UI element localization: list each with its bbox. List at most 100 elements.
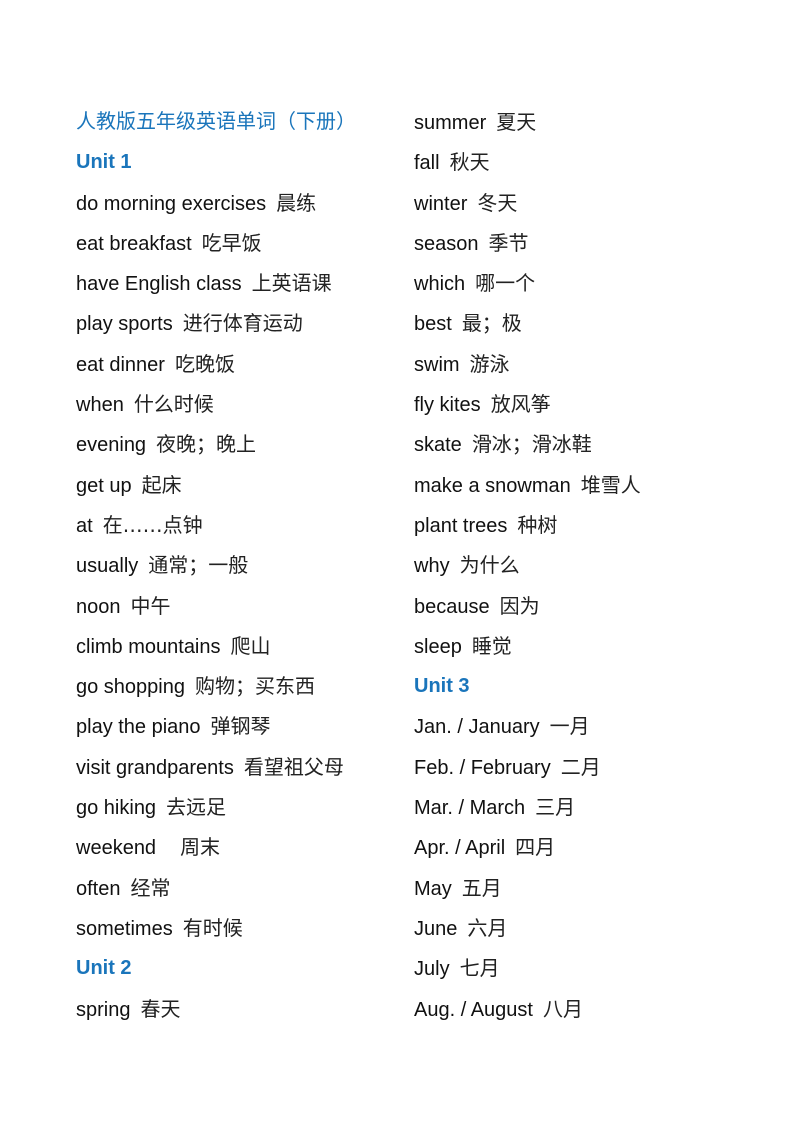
chinese-translation: 上英语课 <box>251 271 332 296</box>
chinese-translation: 三月 <box>535 795 576 820</box>
vocab-entry: spring 春天 <box>76 989 406 1029</box>
vocab-entry: sometimes 有时候 <box>76 908 406 948</box>
document-title: 人教版五年级英语单词（下册） <box>76 111 356 133</box>
chinese-translation: 滑冰；滑冰鞋 <box>471 432 592 457</box>
english-term: Jan. / January <box>414 716 540 739</box>
vocab-entry: summer 夏天 <box>414 102 744 142</box>
chinese-translation: 冬天 <box>477 190 518 215</box>
vocab-entry: fly kites 放风筝 <box>414 384 744 424</box>
english-term: best <box>414 313 452 336</box>
chinese-translation: 七月 <box>459 956 500 981</box>
vocab-entry: plant trees 种树 <box>414 505 744 545</box>
chinese-translation: 起床 <box>141 472 182 497</box>
english-term: spring <box>76 998 131 1021</box>
vocab-entry: fall 秋天 <box>414 142 744 182</box>
left-vocab-list: Unit 1 do morning exercises 晨练 eat breakfas… <box>76 142 406 1029</box>
english-term: Apr. / April <box>414 837 506 860</box>
english-term: skate <box>414 434 462 457</box>
chinese-translation: 种树 <box>517 512 558 537</box>
english-term: June <box>414 917 458 940</box>
english-term: Mar. / March <box>414 797 526 820</box>
english-term: weekend <box>76 837 157 860</box>
english-term: noon <box>76 595 121 618</box>
english-term: swim <box>414 353 460 376</box>
english-term: fall <box>414 152 440 175</box>
vocab-entry: Mar. / March 三月 <box>414 787 744 827</box>
unit-heading: Unit 3 <box>414 675 470 698</box>
chinese-translation: 二月 <box>560 754 601 779</box>
chinese-translation: 夜晚；晚上 <box>156 432 257 457</box>
chinese-translation: 吃早饭 <box>201 230 262 255</box>
english-term: do morning exercises <box>76 192 267 215</box>
english-term: July <box>414 958 450 981</box>
vocab-entry: sleep 睡觉 <box>414 626 744 666</box>
english-term: climb mountains <box>76 635 221 658</box>
vocab-entry: weekend 周末 <box>76 827 406 867</box>
vocab-entry: July 七月 <box>414 948 744 988</box>
right-column: summer 夏天 fall 秋天 winter 冬天 season 季节 which 哪一个 be… <box>414 102 744 1029</box>
english-term: make a snowman <box>414 474 571 497</box>
chinese-translation: 看望祖父母 <box>243 754 344 779</box>
vocab-entry: Aug. / August 八月 <box>414 989 744 1029</box>
english-term: plant trees <box>414 514 508 537</box>
vocab-entry: usually 通常；一般 <box>76 545 406 585</box>
english-term: eat dinner <box>76 353 165 376</box>
chinese-translation: 春天 <box>140 996 181 1021</box>
chinese-translation: 去远足 <box>166 795 227 820</box>
vocab-entry: when 什么时候 <box>76 384 406 424</box>
vocab-entry: eat dinner 吃晚饭 <box>76 344 406 384</box>
left-column: 人教版五年级英语单词（下册） Unit 1 do morning exercise… <box>76 102 406 1029</box>
english-term: go hiking <box>76 797 157 820</box>
chinese-translation: 吃晚饭 <box>174 351 235 376</box>
chinese-translation: 爬山 <box>230 633 271 658</box>
chinese-translation: 堆雪人 <box>580 472 641 497</box>
vocab-entry: May 五月 <box>414 868 744 908</box>
vocab-entry: Feb. / February 二月 <box>414 747 744 787</box>
chinese-translation: 季节 <box>488 230 529 255</box>
english-term: go shopping <box>76 676 185 699</box>
english-term: summer <box>414 112 487 134</box>
unit-heading: Unit 1 <box>76 151 132 174</box>
chinese-translation: 通常；一般 <box>148 553 249 578</box>
english-term: get up <box>76 474 132 497</box>
chinese-translation: 夏天 <box>496 110 537 134</box>
vocab-entry: at 在……点钟 <box>76 505 406 545</box>
vocab-entry: go hiking 去远足 <box>76 787 406 827</box>
chinese-translation: 中午 <box>130 593 171 618</box>
vocab-entry: why 为什么 <box>414 545 744 585</box>
chinese-translation: 四月 <box>515 835 556 860</box>
vocab-entry: because 因为 <box>414 586 744 626</box>
vocab-entry: which 哪一个 <box>414 263 744 303</box>
english-term: when <box>76 394 124 417</box>
english-term: which <box>414 273 466 296</box>
vocab-entry: visit grandparents 看望祖父母 <box>76 747 406 787</box>
unit-heading: Unit 2 <box>76 957 132 980</box>
english-term: at <box>76 514 93 537</box>
vocab-entry: make a snowman 堆雪人 <box>414 465 744 505</box>
chinese-translation: 六月 <box>467 915 508 940</box>
vocab-entry: season 季节 <box>414 223 744 263</box>
vocab-entry: winter 冬天 <box>414 183 744 223</box>
vocab-entry: June 六月 <box>414 908 744 948</box>
chinese-translation: 睡觉 <box>471 633 512 658</box>
document-page: 人教版五年级英语单词（下册） Unit 1 do morning exercise… <box>0 0 800 1132</box>
vocab-entry: eat breakfast 吃早饭 <box>76 223 406 263</box>
english-term: sometimes <box>76 917 173 940</box>
english-term: visit grandparents <box>76 756 234 779</box>
english-term: often <box>76 877 121 900</box>
chinese-translation: 哪一个 <box>475 271 536 296</box>
chinese-translation: 五月 <box>461 875 502 900</box>
english-term: sleep <box>414 635 462 658</box>
vocab-entry: have English class 上英语课 <box>76 263 406 303</box>
chinese-translation: 八月 <box>542 996 583 1021</box>
english-term: fly kites <box>414 394 481 417</box>
chinese-translation: 什么时候 <box>133 392 214 417</box>
english-term: Feb. / February <box>414 756 551 779</box>
vocab-entry: noon 中午 <box>76 586 406 626</box>
vocab-entry: often 经常 <box>76 868 406 908</box>
vocab-entry: swim 游泳 <box>414 344 744 384</box>
english-term: because <box>414 595 490 618</box>
vocab-entry: Apr. / April 四月 <box>414 827 744 867</box>
chinese-translation: 放风筝 <box>490 392 551 417</box>
vocab-entry: play sports 进行体育运动 <box>76 303 406 343</box>
